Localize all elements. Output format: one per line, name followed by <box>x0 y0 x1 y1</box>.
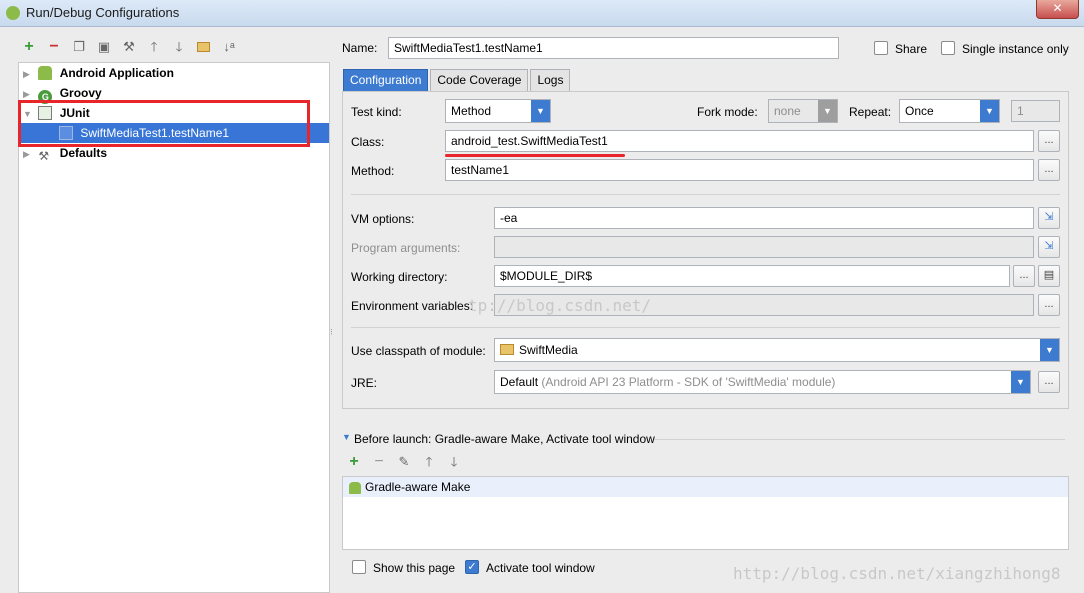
vm-options-label: VM options: <box>351 212 415 226</box>
add-icon[interactable]: + <box>345 453 363 471</box>
tree-item-android-application[interactable]: ▶ Android Application <box>19 63 329 83</box>
remove-icon[interactable]: − <box>45 38 63 56</box>
wrench-icon[interactable]: ⚒ <box>120 38 138 56</box>
jre-detail: (Android API 23 Platform - SDK of 'Swift… <box>541 375 836 389</box>
move-up-icon[interactable]: 🡑 <box>145 38 163 56</box>
classpath-module-select[interactable]: SwiftMedia ▼ <box>494 338 1060 362</box>
tab-configuration[interactable]: Configuration <box>343 69 429 92</box>
environment-variables-browse-button[interactable]: ... <box>1038 294 1060 316</box>
android-icon <box>38 66 53 80</box>
module-folder-icon <box>500 344 514 355</box>
copy-icon[interactable]: ❐ <box>70 38 88 56</box>
divider <box>351 327 1060 328</box>
chevron-down-icon[interactable]: ▼ <box>980 100 999 122</box>
fork-mode-label: Fork mode: <box>697 105 758 119</box>
activate-tool-window-label: Activate tool window <box>486 561 595 575</box>
fork-mode-select[interactable]: none ▼ <box>768 99 838 123</box>
chevron-down-icon[interactable]: ▼ <box>1040 339 1059 361</box>
tree-item-label: Android Application <box>59 66 174 80</box>
name-label: Name: <box>342 41 378 55</box>
test-kind-label: Test kind: <box>351 105 402 119</box>
move-down-icon[interactable]: 🡓 <box>445 453 463 471</box>
name-field[interactable]: SwiftMediaTest1.testName1 <box>388 37 839 59</box>
move-up-icon[interactable]: 🡑 <box>420 453 438 471</box>
list-item[interactable]: Gradle-aware Make <box>343 477 1068 497</box>
collapse-arrow-icon[interactable]: ▼ <box>342 432 351 442</box>
jre-value: Default <box>500 375 539 389</box>
chevron-down-icon[interactable]: ▼ <box>1011 371 1030 393</box>
vm-options-field[interactable]: -ea <box>494 207 1034 229</box>
macro-list-icon[interactable]: ▤ <box>1038 265 1060 287</box>
expand-arrow-icon[interactable]: ▶ <box>23 144 35 164</box>
working-directory-browse-button[interactable]: ... <box>1013 265 1035 287</box>
working-directory-label: Working directory: <box>351 270 448 284</box>
divider <box>654 439 1065 440</box>
method-browse-button[interactable]: ... <box>1038 159 1060 181</box>
before-launch-toolbar: + − ✎ 🡑 🡓 <box>345 453 463 471</box>
jre-browse-button[interactable]: ... <box>1038 371 1060 393</box>
working-directory-field[interactable]: $MODULE_DIR$ <box>494 265 1010 287</box>
close-button[interactable]: ✕ <box>1036 0 1079 19</box>
repeat-select[interactable]: Once ▼ <box>899 99 1000 123</box>
save-icon[interactable]: ▣ <box>95 38 113 56</box>
test-kind-select[interactable]: Method ▼ <box>445 99 551 123</box>
single-instance-label: Single instance only <box>962 42 1069 56</box>
program-arguments-field[interactable] <box>494 236 1034 258</box>
before-launch-title[interactable]: Before launch: Gradle-aware Make, Activa… <box>354 432 655 446</box>
move-down-icon[interactable]: 🡓 <box>170 38 188 56</box>
environment-variables-label: Environment variables: <box>351 299 474 313</box>
jre-select[interactable]: Default (Android API 23 Platform - SDK o… <box>494 370 1031 394</box>
splitter-grip-icon[interactable]: ⁝ <box>330 328 334 344</box>
tab-code-coverage[interactable]: Code Coverage <box>430 69 529 92</box>
android-icon <box>349 482 361 494</box>
class-browse-button[interactable]: ... <box>1038 130 1060 152</box>
fork-mode-value: none <box>774 104 801 118</box>
list-item-label: Gradle-aware Make <box>365 480 471 494</box>
watermark-bottom: http://blog.csdn.net/xiangzhihong8 <box>733 564 1061 583</box>
activate-tool-window-checkbox[interactable]: ✓ <box>465 560 479 574</box>
share-label: Share <box>895 42 928 56</box>
tab-logs[interactable]: Logs <box>530 69 571 92</box>
test-kind-value: Method <box>451 104 492 118</box>
expand-field-icon[interactable]: ⇲ <box>1038 236 1060 258</box>
tab-bar: Configuration Code Coverage Logs <box>343 69 571 92</box>
divider <box>351 194 1060 195</box>
watermark-center: tp://blog.csdn.net/ <box>468 296 652 315</box>
window-title: Run/Debug Configurations <box>26 5 180 20</box>
toolbar: + − ❐ ▣ ⚒ 🡑 🡓 ↓ᵃ <box>20 38 238 56</box>
remove-icon[interactable]: − <box>370 453 388 471</box>
program-arguments-label: Program arguments: <box>351 241 461 255</box>
repeat-count-field[interactable]: 1 <box>1011 100 1060 122</box>
sort-icon[interactable]: ↓ᵃ <box>220 38 238 56</box>
expand-arrow-icon[interactable]: ▶ <box>23 64 35 84</box>
show-page-checkbox[interactable] <box>352 560 366 574</box>
classpath-label: Use classpath of module: <box>351 344 486 358</box>
annotation-highlight-box <box>18 100 310 147</box>
tree-item-label: Defaults <box>59 146 108 160</box>
expand-field-icon[interactable]: ⇲ <box>1038 207 1060 229</box>
method-field[interactable]: testName1 <box>445 159 1034 181</box>
show-page-label: Show this page <box>373 561 456 575</box>
chevron-down-icon[interactable]: ▼ <box>818 100 837 122</box>
share-checkbox[interactable] <box>874 41 888 55</box>
title-bar: Run/Debug Configurations ✕ <box>0 0 1084 27</box>
jre-label: JRE: <box>351 376 378 390</box>
add-icon[interactable]: + <box>20 38 38 56</box>
folder-icon[interactable] <box>195 38 213 56</box>
classpath-module-value: SwiftMedia <box>519 343 578 357</box>
class-field[interactable]: android_test.SwiftMediaTest1 <box>445 130 1034 152</box>
repeat-label: Repeat: <box>849 105 892 119</box>
edit-icon[interactable]: ✎ <box>395 453 413 471</box>
app-icon <box>6 6 20 20</box>
class-label: Class: <box>351 135 385 149</box>
chevron-down-icon[interactable]: ▼ <box>531 100 550 122</box>
wrench-icon: ⚒ <box>38 149 50 163</box>
annotation-underline <box>445 154 625 157</box>
single-instance-checkbox[interactable] <box>941 41 955 55</box>
repeat-value: Once <box>905 104 934 118</box>
before-launch-list[interactable]: Gradle-aware Make <box>342 476 1069 550</box>
method-label: Method: <box>351 164 395 178</box>
tree-item-label: Groovy <box>59 86 102 100</box>
